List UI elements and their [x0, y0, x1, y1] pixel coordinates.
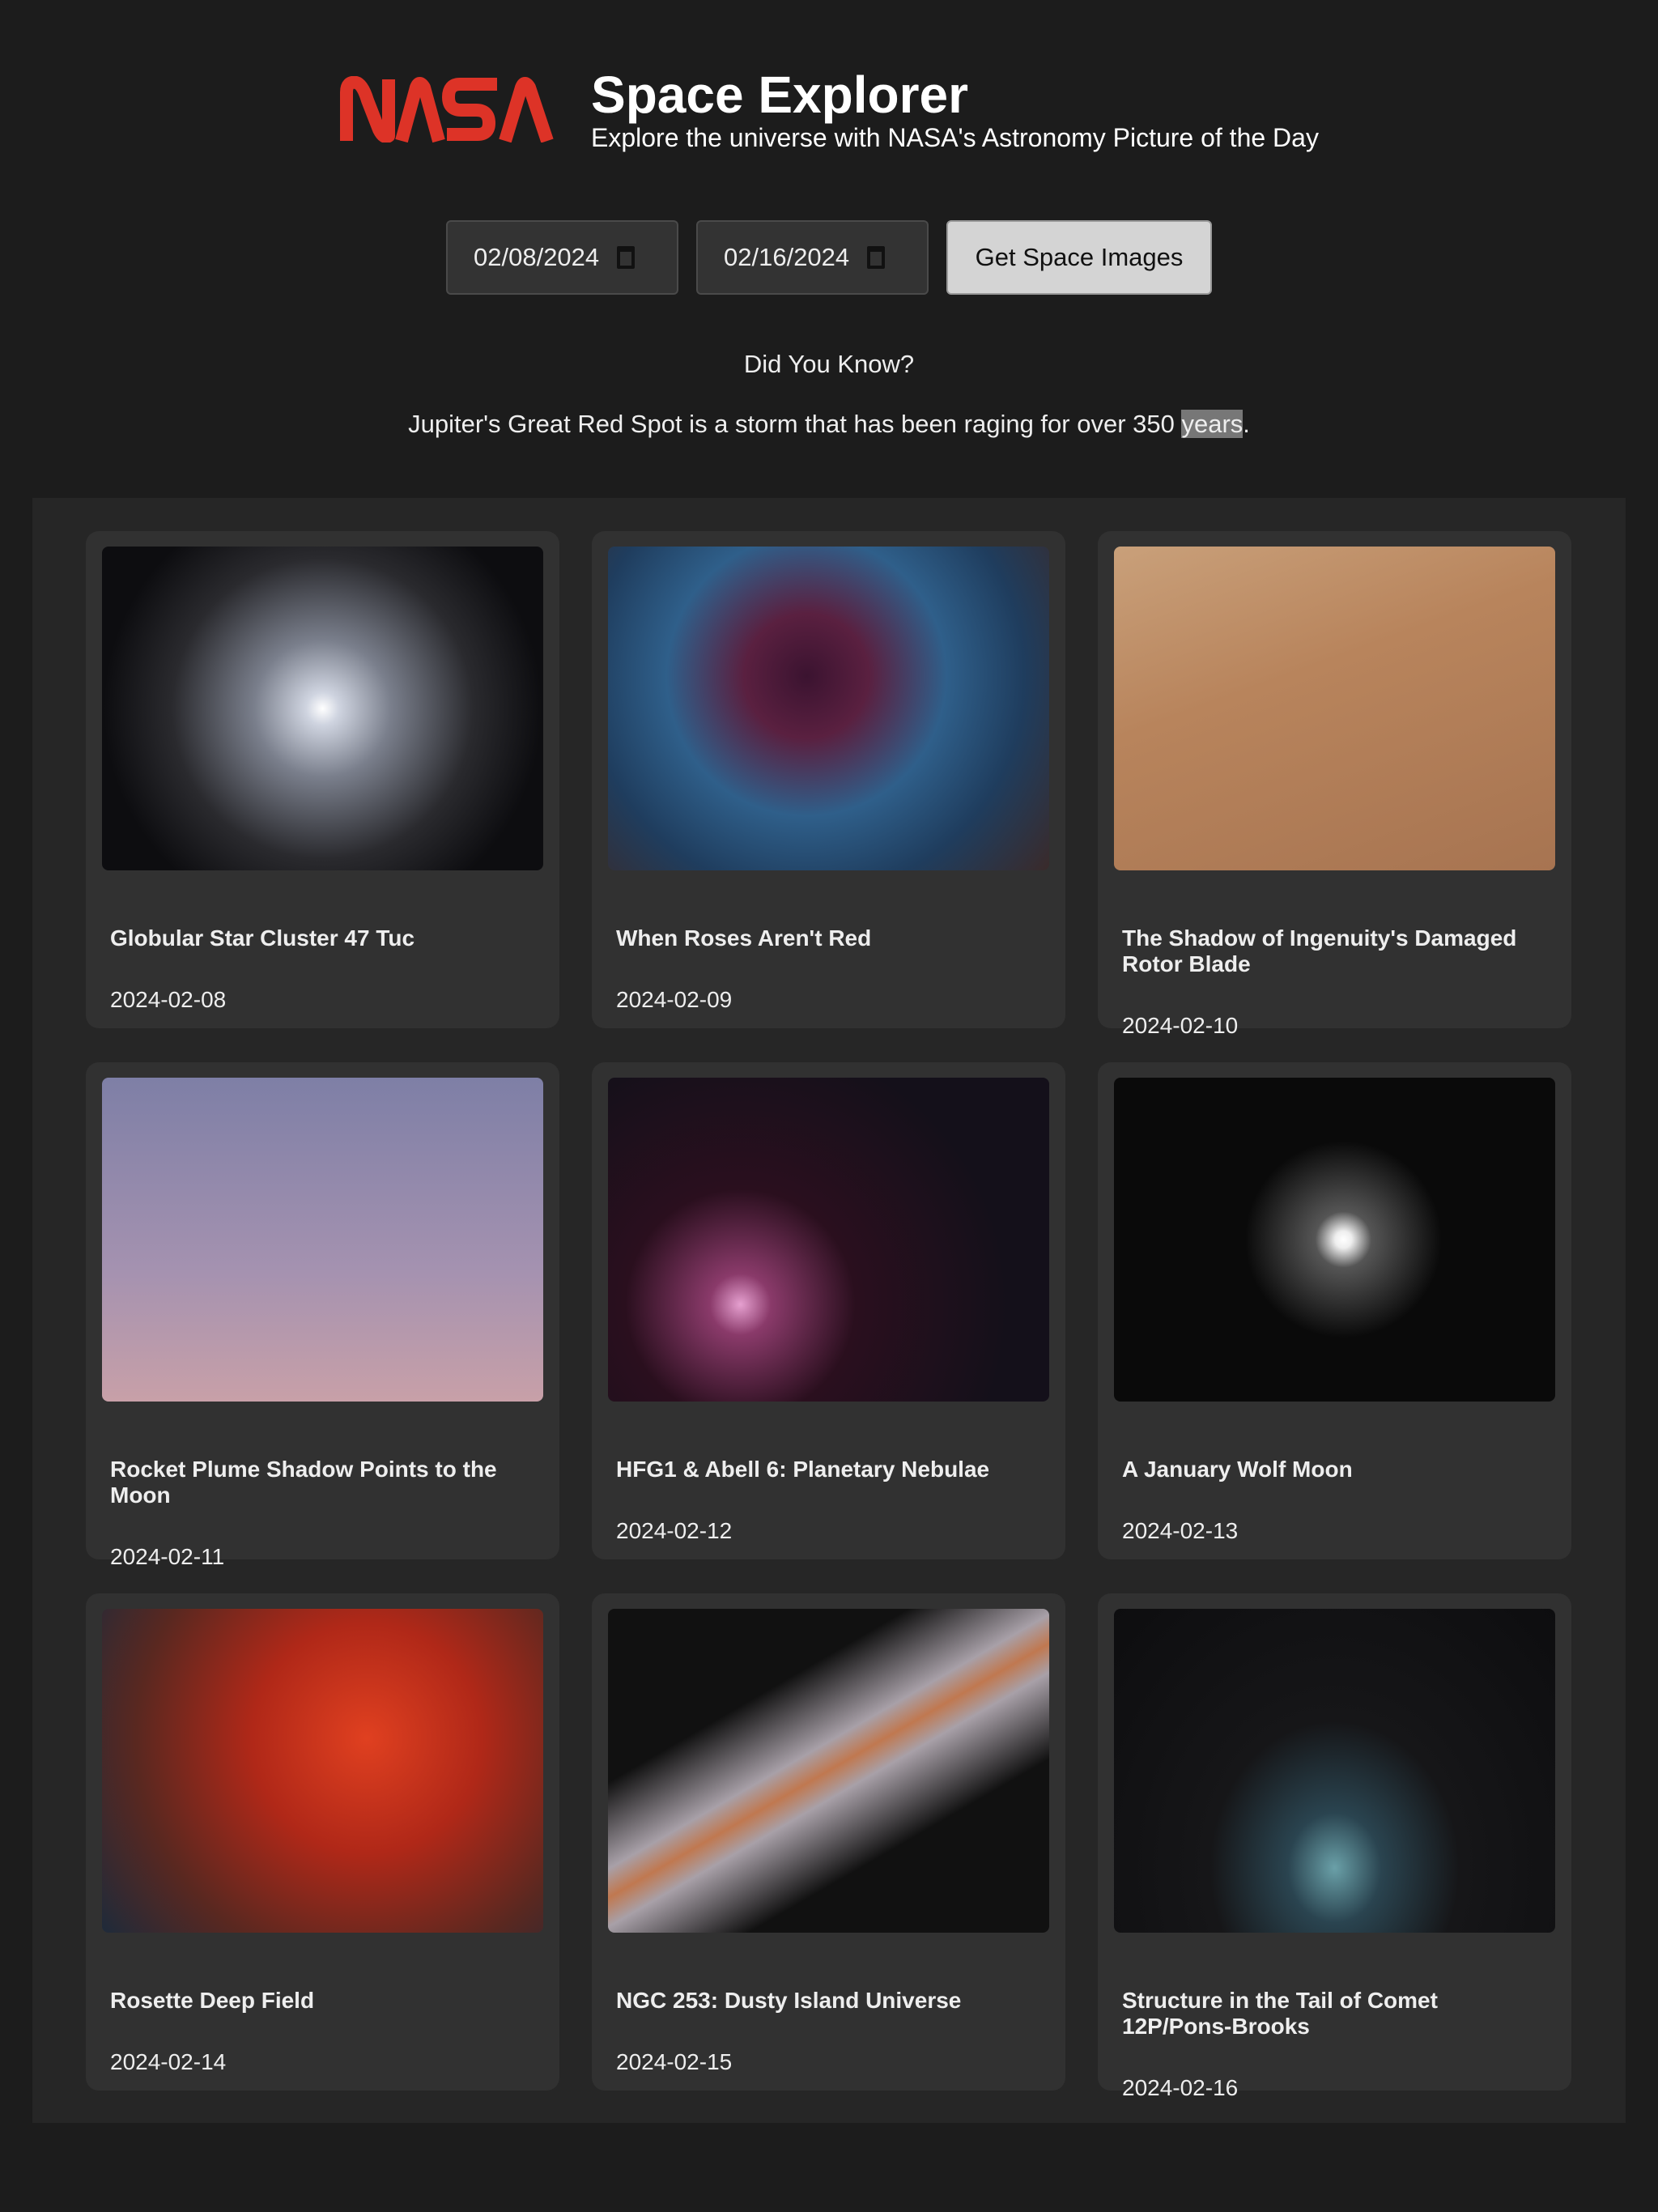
calendar-icon[interactable]	[617, 246, 636, 269]
card-title: HFG1 & Abell 6: Planetary Nebulae	[616, 1457, 990, 1482]
card-date: 2024-02-15	[616, 2049, 733, 2074]
card-title: Rocket Plume Shadow Points to the Moon	[110, 1457, 497, 1508]
page-subtitle: Explore the universe with NASA's Astrono…	[591, 123, 1319, 152]
start-date-value: 02/08/2024	[474, 243, 600, 271]
header: Space Explorer Explore the universe with…	[338, 66, 1319, 152]
start-date-input[interactable]: 02/08/2024	[446, 220, 678, 295]
end-date-input[interactable]: 02/16/2024	[696, 220, 929, 295]
card-title: Globular Star Cluster 47 Tuc	[110, 925, 415, 951]
page-title: Space Explorer	[591, 66, 968, 124]
apod-image[interactable]	[102, 1609, 543, 1933]
end-date-value: 02/16/2024	[724, 243, 850, 271]
card-date: 2024-02-14	[110, 2049, 227, 2074]
fact-body: Jupiter's Great Red Spot is a storm that…	[408, 410, 1182, 438]
apod-card[interactable]: Rocket Plume Shadow Points to the Moon 20…	[86, 1062, 559, 1569]
card-title: The Shadow of Ingenuity's Damaged Rotor …	[1122, 925, 1517, 976]
card-date: 2024-02-11	[110, 1544, 225, 1569]
apod-image[interactable]	[1114, 1609, 1555, 1933]
apod-image[interactable]	[608, 547, 1049, 870]
apod-card[interactable]: Globular Star Cluster 47 Tuc 2024-02-08	[86, 531, 559, 1028]
nasa-logo	[338, 73, 568, 146]
apod-card[interactable]: A January Wolf Moon 2024-02-13	[1098, 1062, 1571, 1559]
fact-heading: Did You Know?	[743, 350, 915, 378]
card-title: NGC 253: Dusty Island Universe	[616, 1988, 962, 2013]
apod-image[interactable]	[1114, 1078, 1555, 1402]
date-controls: 02/08/2024 02/16/2024 Get Space Images	[446, 220, 1212, 295]
card-title: Rosette Deep Field	[110, 1988, 315, 2013]
card-title: Structure in the Tail of Comet 12P/Pons-…	[1122, 1988, 1438, 2039]
fact-highlight: years	[1181, 410, 1244, 438]
apod-image[interactable]	[608, 1609, 1049, 1933]
get-space-images-button[interactable]: Get Space Images	[946, 220, 1212, 295]
apod-card[interactable]: HFG1 & Abell 6: Planetary Nebulae 2024-02…	[592, 1062, 1065, 1559]
card-date: 2024-02-08	[110, 987, 227, 1012]
card-date: 2024-02-13	[1122, 1518, 1239, 1543]
apod-image[interactable]	[1114, 547, 1555, 870]
card-title: When Roses Aren't Red	[616, 925, 872, 951]
apod-card[interactable]: When Roses Aren't Red 2024-02-09	[592, 531, 1065, 1028]
card-date: 2024-02-09	[616, 987, 733, 1012]
apod-image[interactable]	[102, 1078, 543, 1402]
apod-card[interactable]: Rosette Deep Field 2024-02-14	[86, 1593, 559, 2091]
apod-card[interactable]: The Shadow of Ingenuity's Damaged Rotor …	[1098, 531, 1571, 1038]
card-date: 2024-02-16	[1122, 2075, 1239, 2100]
card-date: 2024-02-12	[616, 1518, 733, 1543]
apod-card[interactable]: NGC 253: Dusty Island Universe 2024-02-15	[592, 1593, 1065, 2091]
apod-image[interactable]	[102, 547, 543, 870]
card-date: 2024-02-10	[1122, 1013, 1239, 1038]
card-title: A January Wolf Moon	[1122, 1457, 1353, 1482]
apod-card[interactable]: Structure in the Tail of Comet 12P/Pons-…	[1098, 1593, 1571, 2100]
fact-end: .	[1243, 410, 1250, 438]
fact-text: Jupiter's Great Red Spot is a storm that…	[0, 410, 1658, 439]
image-gallery: Globular Star Cluster 47 Tuc 2024-02-08 Wh…	[32, 498, 1626, 2123]
calendar-icon[interactable]	[867, 246, 886, 269]
apod-image[interactable]	[608, 1078, 1049, 1402]
